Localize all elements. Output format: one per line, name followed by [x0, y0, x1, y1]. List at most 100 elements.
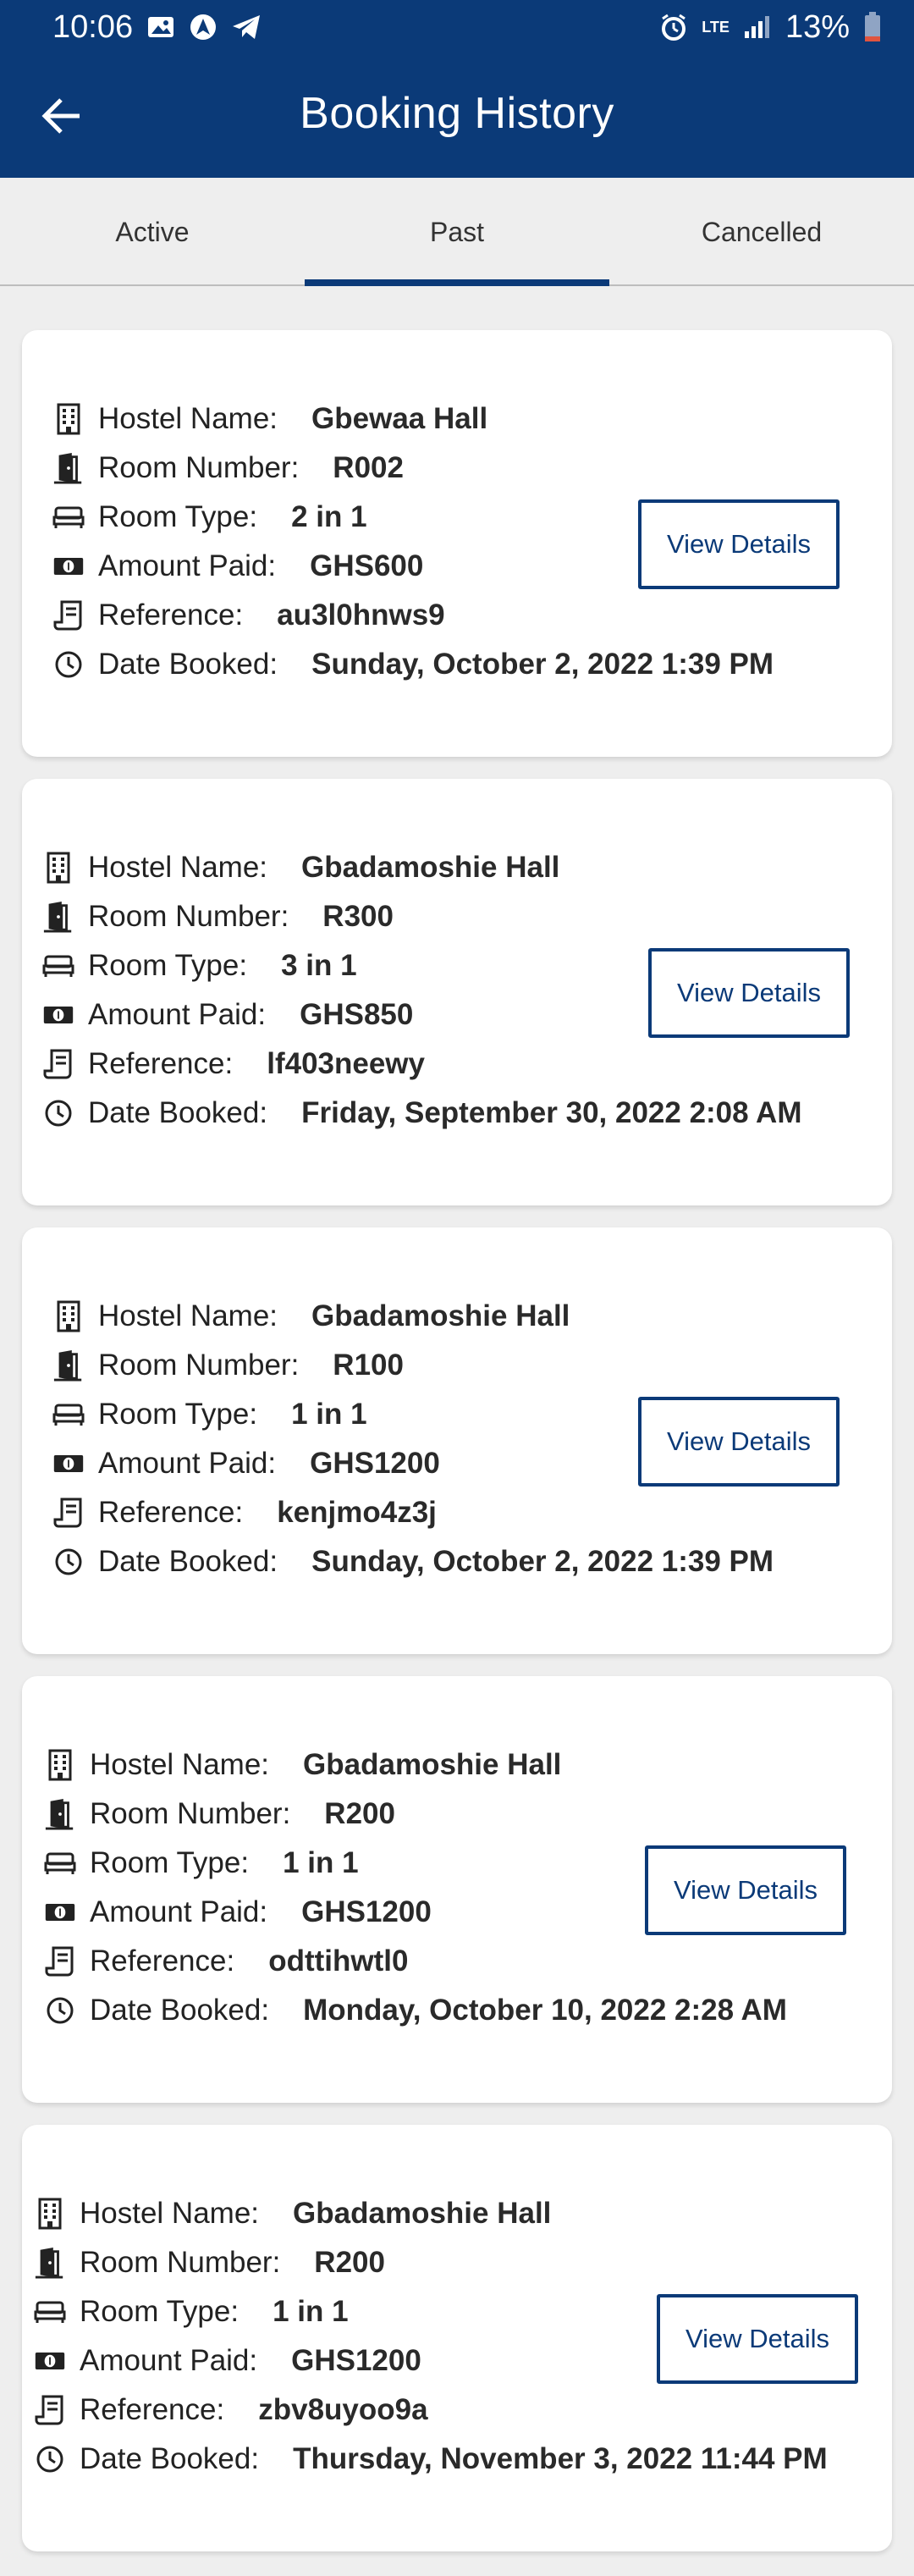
door-icon — [52, 452, 85, 484]
hostel-name-value: Gbadamoshie Hall — [293, 2197, 552, 2230]
view-details-button[interactable]: View Details — [657, 2294, 858, 2384]
room-type-value: 1 in 1 — [283, 1846, 359, 1879]
amount-paid-value: GHS1200 — [310, 1447, 440, 1480]
navigation-app-icon — [189, 13, 217, 41]
clock-icon — [34, 2443, 66, 2475]
room-type-value: 2 in 1 — [291, 500, 367, 533]
booking-card: Hostel Name: Gbewaa Hall Room Number: R0… — [22, 330, 892, 757]
view-details-button[interactable]: View Details — [638, 1397, 840, 1487]
building-icon — [34, 2198, 66, 2230]
hostel-name-value: Gbewaa Hall — [311, 402, 488, 435]
battery-percent: 13% — [785, 8, 850, 45]
date-booked-label: Date Booked: — [98, 648, 278, 681]
date-booked-label: Date Booked: — [98, 1545, 278, 1578]
room-number-row: Room Number: R002 — [52, 444, 774, 493]
amount-paid-label: Amount Paid: — [80, 2344, 258, 2377]
room-number-value: R002 — [333, 451, 404, 484]
bed-icon — [44, 1847, 76, 1879]
hostel-name-label: Hostel Name: — [88, 851, 268, 884]
clock-icon — [52, 648, 85, 681]
reference-label: Reference: — [98, 598, 244, 632]
status-time: 10:06 — [52, 8, 134, 45]
money-icon — [44, 1896, 76, 1928]
reference-row: Reference: au3l0hnws9 — [52, 591, 774, 640]
building-icon — [42, 852, 74, 884]
date-booked-row: Date Booked: Sunday, October 2, 2022 1:3… — [52, 640, 774, 689]
hostel-name-value: Gbadamoshie Hall — [311, 1299, 570, 1332]
reference-value: kenjmo4z3j — [277, 1496, 437, 1529]
building-icon — [44, 1749, 76, 1781]
view-details-button[interactable]: View Details — [645, 1845, 846, 1935]
tab-bar: Active Past Cancelled — [0, 178, 914, 286]
date-booked-label: Date Booked: — [88, 1096, 268, 1129]
date-booked-row: Date Booked: Sunday, October 2, 2022 1:3… — [52, 1537, 774, 1586]
room-number-row: Room Number: R100 — [52, 1341, 774, 1390]
status-bar: 10:06 LTE 13% — [0, 0, 914, 54]
hostel-name-label: Hostel Name: — [80, 2197, 260, 2230]
room-number-row: Room Number: R200 — [44, 1790, 787, 1839]
bed-icon — [52, 501, 85, 533]
money-icon — [52, 550, 85, 582]
reference-label: Reference: — [90, 1944, 235, 1978]
building-icon — [52, 1300, 85, 1332]
hostel-name-label: Hostel Name: — [90, 1748, 270, 1781]
receipt-icon — [44, 1945, 76, 1978]
reference-label: Reference: — [98, 1496, 244, 1529]
alarm-icon — [659, 13, 688, 41]
date-booked-label: Date Booked: — [80, 2442, 260, 2475]
bed-icon — [52, 1398, 85, 1431]
amount-paid-label: Amount Paid: — [90, 1895, 268, 1928]
signal-icon — [743, 14, 772, 40]
hostel-name-row: Hostel Name: Gbadamoshie Hall — [42, 843, 801, 892]
date-booked-row: Date Booked: Friday, September 30, 2022 … — [42, 1089, 801, 1138]
clock-icon — [52, 1546, 85, 1578]
tab-active[interactable]: Active — [0, 178, 305, 284]
room-number-row: Room Number: R200 — [34, 2238, 828, 2287]
money-icon — [42, 999, 74, 1031]
tab-past[interactable]: Past — [305, 178, 609, 286]
reference-label: Reference: — [80, 2393, 225, 2426]
hostel-name-label: Hostel Name: — [98, 1299, 278, 1332]
date-booked-row: Date Booked: Monday, October 10, 2022 2:… — [44, 1986, 787, 2035]
room-number-label: Room Number: — [98, 1349, 300, 1382]
room-number-value: R100 — [333, 1349, 404, 1382]
room-type-label: Room Type: — [90, 1846, 250, 1879]
tab-cancelled[interactable]: Cancelled — [609, 178, 914, 284]
clock-icon — [42, 1097, 74, 1129]
room-number-value: R300 — [322, 900, 394, 933]
receipt-icon — [52, 1497, 85, 1529]
room-number-value: R200 — [314, 2246, 385, 2279]
reference-row: Reference: lf403neewy — [42, 1040, 801, 1089]
room-type-label: Room Type: — [88, 949, 248, 982]
view-details-button[interactable]: View Details — [648, 948, 850, 1038]
battery-icon — [863, 11, 882, 43]
room-type-value: 1 in 1 — [273, 2295, 349, 2328]
amount-paid-value: GHS600 — [310, 549, 424, 582]
hostel-name-row: Hostel Name: Gbadamoshie Hall — [52, 1292, 774, 1341]
reference-row: Reference: odttihwtl0 — [44, 1937, 787, 1986]
hostel-name-row: Hostel Name: Gbadamoshie Hall — [44, 1740, 787, 1790]
room-type-value: 3 in 1 — [281, 949, 357, 982]
room-number-value: R200 — [324, 1797, 395, 1830]
room-number-label: Room Number: — [90, 1797, 291, 1830]
date-booked-row: Date Booked: Thursday, November 3, 2022 … — [34, 2435, 828, 2484]
hostel-name-value: Gbadamoshie Hall — [301, 851, 560, 884]
money-icon — [34, 2345, 66, 2377]
reference-label: Reference: — [88, 1047, 234, 1080]
amount-paid-label: Amount Paid: — [98, 1447, 277, 1480]
date-booked-value: Thursday, November 3, 2022 11:44 PM — [293, 2442, 828, 2475]
building-icon — [52, 403, 85, 435]
room-number-label: Room Number: — [80, 2246, 281, 2279]
page-title: Booking History — [300, 89, 614, 138]
door-icon — [52, 1349, 85, 1382]
telegram-icon — [231, 14, 262, 41]
clock-icon — [44, 1994, 76, 2027]
reference-value: lf403neewy — [267, 1047, 425, 1080]
amount-paid-label: Amount Paid: — [98, 549, 277, 582]
bed-icon — [34, 2296, 66, 2328]
room-type-label: Room Type: — [98, 500, 258, 533]
booking-card: Hostel Name: Gbadamoshie Hall Room Numbe… — [22, 1676, 892, 2103]
money-icon — [52, 1448, 85, 1480]
view-details-button[interactable]: View Details — [638, 499, 840, 589]
room-number-row: Room Number: R300 — [42, 892, 801, 941]
